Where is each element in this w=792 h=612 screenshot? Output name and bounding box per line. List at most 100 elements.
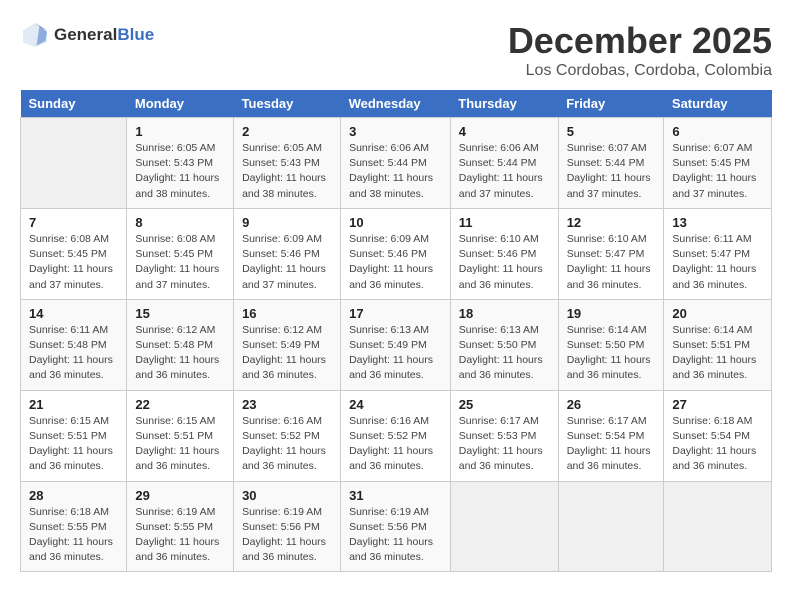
table-row: 3 Sunrise: 6:06 AMSunset: 5:44 PMDaylight… xyxy=(341,118,451,209)
table-row: 29 Sunrise: 6:19 AMSunset: 5:55 PMDayligh… xyxy=(127,481,234,572)
day-info: Sunrise: 6:16 AMSunset: 5:52 PMDaylight:… xyxy=(242,414,332,475)
day-number: 12 xyxy=(567,215,656,230)
table-row: 18 Sunrise: 6:13 AMSunset: 5:50 PMDayligh… xyxy=(450,299,558,390)
day-number: 7 xyxy=(29,215,118,230)
day-info: Sunrise: 6:15 AMSunset: 5:51 PMDaylight:… xyxy=(29,414,118,475)
day-number: 30 xyxy=(242,488,332,503)
day-number: 28 xyxy=(29,488,118,503)
day-number: 2 xyxy=(242,124,332,139)
day-info: Sunrise: 6:14 AMSunset: 5:50 PMDaylight:… xyxy=(567,323,656,384)
day-number: 20 xyxy=(672,306,763,321)
day-info: Sunrise: 6:15 AMSunset: 5:51 PMDaylight:… xyxy=(135,414,225,475)
day-number: 10 xyxy=(349,215,442,230)
day-number: 9 xyxy=(242,215,332,230)
table-row: 16 Sunrise: 6:12 AMSunset: 5:49 PMDayligh… xyxy=(234,299,341,390)
day-number: 23 xyxy=(242,397,332,412)
calendar-table: SundayMondayTuesdayWednesdayThursdayFrid… xyxy=(20,90,772,572)
day-info: Sunrise: 6:17 AMSunset: 5:54 PMDaylight:… xyxy=(567,414,656,475)
subtitle: Los Cordobas, Cordoba, Colombia xyxy=(508,62,772,80)
table-row: 23 Sunrise: 6:16 AMSunset: 5:52 PMDayligh… xyxy=(234,390,341,481)
day-info: Sunrise: 6:19 AMSunset: 5:56 PMDaylight:… xyxy=(242,505,332,566)
day-number: 24 xyxy=(349,397,442,412)
day-info: Sunrise: 6:08 AMSunset: 5:45 PMDaylight:… xyxy=(135,232,225,293)
day-number: 27 xyxy=(672,397,763,412)
day-info: Sunrise: 6:09 AMSunset: 5:46 PMDaylight:… xyxy=(349,232,442,293)
weekday-wednesday: Wednesday xyxy=(341,90,451,118)
day-info: Sunrise: 6:13 AMSunset: 5:49 PMDaylight:… xyxy=(349,323,442,384)
day-info: Sunrise: 6:14 AMSunset: 5:51 PMDaylight:… xyxy=(672,323,763,384)
day-info: Sunrise: 6:12 AMSunset: 5:49 PMDaylight:… xyxy=(242,323,332,384)
day-info: Sunrise: 6:07 AMSunset: 5:45 PMDaylight:… xyxy=(672,141,763,202)
weekday-saturday: Saturday xyxy=(664,90,772,118)
day-info: Sunrise: 6:07 AMSunset: 5:44 PMDaylight:… xyxy=(567,141,656,202)
day-info: Sunrise: 6:10 AMSunset: 5:46 PMDaylight:… xyxy=(459,232,550,293)
table-row: 20 Sunrise: 6:14 AMSunset: 5:51 PMDayligh… xyxy=(664,299,772,390)
day-number: 26 xyxy=(567,397,656,412)
weekday-friday: Friday xyxy=(558,90,664,118)
day-number: 14 xyxy=(29,306,118,321)
table-row: 26 Sunrise: 6:17 AMSunset: 5:54 PMDayligh… xyxy=(558,390,664,481)
table-row: 13Sunrise: 6:11 AMSunset: 5:47 PMDayligh… xyxy=(664,208,772,299)
table-row: 5 Sunrise: 6:07 AMSunset: 5:44 PMDaylight… xyxy=(558,118,664,209)
table-row xyxy=(664,481,772,572)
table-row: 10 Sunrise: 6:09 AMSunset: 5:46 PMDayligh… xyxy=(341,208,451,299)
table-row: 24 Sunrise: 6:16 AMSunset: 5:52 PMDayligh… xyxy=(341,390,451,481)
day-number: 19 xyxy=(567,306,656,321)
day-info: Sunrise: 6:05 AMSunset: 5:43 PMDaylight:… xyxy=(242,141,332,202)
day-number: 25 xyxy=(459,397,550,412)
table-row: 21 Sunrise: 6:15 AMSunset: 5:51 PMDayligh… xyxy=(21,390,127,481)
day-info: Sunrise: 6:19 AMSunset: 5:55 PMDaylight:… xyxy=(135,505,225,566)
day-number: 15 xyxy=(135,306,225,321)
day-number: 29 xyxy=(135,488,225,503)
main-title: December 2025 xyxy=(508,20,772,62)
table-row: 6Sunrise: 6:07 AMSunset: 5:45 PMDaylight… xyxy=(664,118,772,209)
table-row: 2 Sunrise: 6:05 AMSunset: 5:43 PMDaylight… xyxy=(234,118,341,209)
table-row: 14 Sunrise: 6:11 AMSunset: 5:48 PMDayligh… xyxy=(21,299,127,390)
day-info: Sunrise: 6:08 AMSunset: 5:45 PMDaylight:… xyxy=(29,232,118,293)
day-number: 5 xyxy=(567,124,656,139)
day-info: Sunrise: 6:10 AMSunset: 5:47 PMDaylight:… xyxy=(567,232,656,293)
day-info: Sunrise: 6:13 AMSunset: 5:50 PMDaylight:… xyxy=(459,323,550,384)
day-info: Sunrise: 6:06 AMSunset: 5:44 PMDaylight:… xyxy=(459,141,550,202)
day-number: 8 xyxy=(135,215,225,230)
day-number: 11 xyxy=(459,215,550,230)
table-row: 4 Sunrise: 6:06 AMSunset: 5:44 PMDaylight… xyxy=(450,118,558,209)
day-info: Sunrise: 6:19 AMSunset: 5:56 PMDaylight:… xyxy=(349,505,442,566)
logo-icon xyxy=(20,20,50,50)
day-info: Sunrise: 6:17 AMSunset: 5:53 PMDaylight:… xyxy=(459,414,550,475)
day-info: Sunrise: 6:16 AMSunset: 5:52 PMDaylight:… xyxy=(349,414,442,475)
table-row xyxy=(558,481,664,572)
weekday-tuesday: Tuesday xyxy=(234,90,341,118)
day-number: 17 xyxy=(349,306,442,321)
day-number: 4 xyxy=(459,124,550,139)
table-row: 25 Sunrise: 6:17 AMSunset: 5:53 PMDayligh… xyxy=(450,390,558,481)
day-info: Sunrise: 6:11 AMSunset: 5:47 PMDaylight:… xyxy=(672,232,763,293)
table-row: 30 Sunrise: 6:19 AMSunset: 5:56 PMDayligh… xyxy=(234,481,341,572)
day-number: 21 xyxy=(29,397,118,412)
day-info: Sunrise: 6:05 AMSunset: 5:43 PMDaylight:… xyxy=(135,141,225,202)
table-row: 12 Sunrise: 6:10 AMSunset: 5:47 PMDayligh… xyxy=(558,208,664,299)
weekday-thursday: Thursday xyxy=(450,90,558,118)
table-row: 15Sunrise: 6:12 AMSunset: 5:48 PMDayligh… xyxy=(127,299,234,390)
day-number: 1 xyxy=(135,124,225,139)
day-info: Sunrise: 6:09 AMSunset: 5:46 PMDaylight:… xyxy=(242,232,332,293)
table-row: 31 Sunrise: 6:19 AMSunset: 5:56 PMDayligh… xyxy=(341,481,451,572)
table-row: 8 Sunrise: 6:08 AMSunset: 5:45 PMDaylight… xyxy=(127,208,234,299)
day-info: Sunrise: 6:11 AMSunset: 5:48 PMDaylight:… xyxy=(29,323,118,384)
table-row: 28 Sunrise: 6:18 AMSunset: 5:55 PMDayligh… xyxy=(21,481,127,572)
day-info: Sunrise: 6:18 AMSunset: 5:55 PMDaylight:… xyxy=(29,505,118,566)
day-info: Sunrise: 6:18 AMSunset: 5:54 PMDaylight:… xyxy=(672,414,763,475)
day-number: 16 xyxy=(242,306,332,321)
table-row xyxy=(21,118,127,209)
logo: GeneralBlue xyxy=(20,20,154,50)
table-row: 11 Sunrise: 6:10 AMSunset: 5:46 PMDayligh… xyxy=(450,208,558,299)
title-section: December 2025 Los Cordobas, Cordoba, Col… xyxy=(508,20,772,80)
day-number: 31 xyxy=(349,488,442,503)
table-row xyxy=(450,481,558,572)
table-row: 22Sunrise: 6:15 AMSunset: 5:51 PMDayligh… xyxy=(127,390,234,481)
day-info: Sunrise: 6:06 AMSunset: 5:44 PMDaylight:… xyxy=(349,141,442,202)
table-row: 1 Sunrise: 6:05 AMSunset: 5:43 PMDaylight… xyxy=(127,118,234,209)
day-number: 3 xyxy=(349,124,442,139)
day-number: 18 xyxy=(459,306,550,321)
weekday-sunday: Sunday xyxy=(21,90,127,118)
